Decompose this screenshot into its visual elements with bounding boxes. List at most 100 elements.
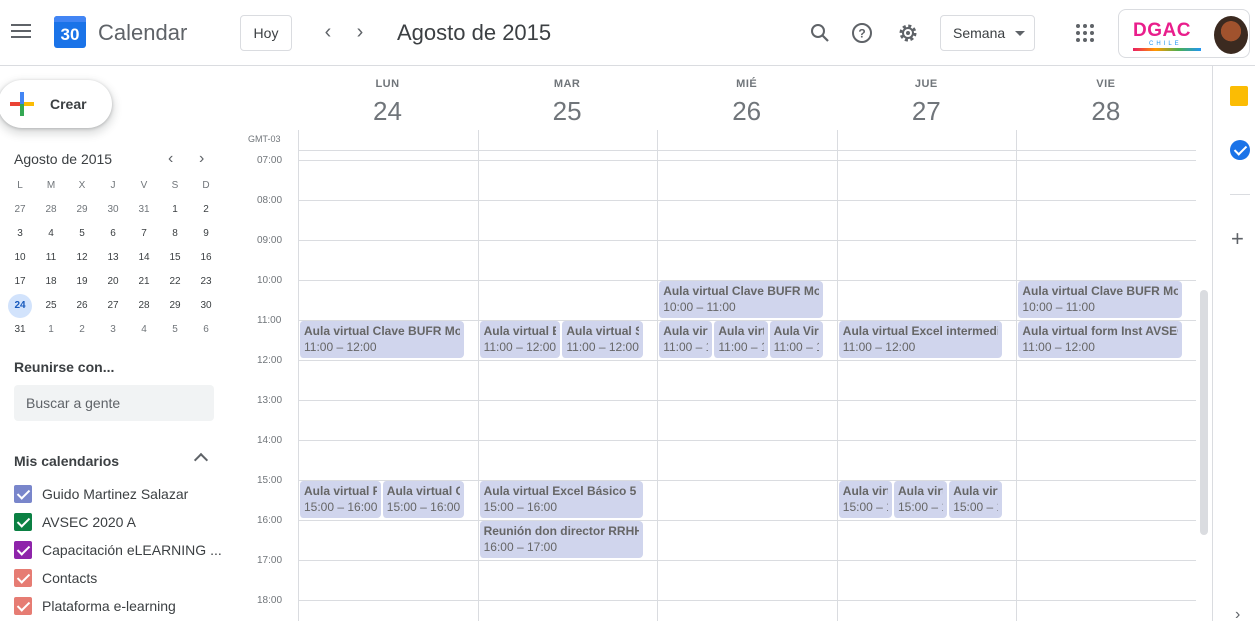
mini-day[interactable]: 5 bbox=[160, 318, 190, 342]
prev-week-icon[interactable]: ‹ bbox=[318, 22, 338, 42]
app-title[interactable]: Calendar bbox=[98, 20, 187, 46]
my-calendars-heading[interactable]: Mis calendarios bbox=[14, 453, 119, 469]
mini-day[interactable]: 12 bbox=[67, 246, 97, 270]
mini-day[interactable]: 30 bbox=[98, 198, 128, 222]
search-icon[interactable] bbox=[808, 21, 832, 45]
calendar-event[interactable]: Aula virtual Clave BUFR Monitoreo 11:00 –… bbox=[299, 321, 464, 358]
mini-day[interactable]: 31 bbox=[5, 318, 35, 342]
mini-day[interactable]: 31 bbox=[129, 198, 159, 222]
mini-prev-month-icon[interactable]: ‹ bbox=[168, 150, 173, 168]
calendar-event[interactable]: Aula virtual Excel 11:00 – 12:00 bbox=[478, 321, 561, 358]
calendar-list-item[interactable]: Capacitación eLEARNING ... bbox=[14, 538, 224, 562]
calendar-event[interactable]: Reunión don director RRHH 16:00 – 17:00 bbox=[478, 521, 644, 558]
mini-day[interactable]: 21 bbox=[129, 270, 159, 294]
day-number[interactable]: 28 bbox=[1016, 96, 1195, 127]
calendar-event[interactable]: Aula virtual 15:00 – 16:00 bbox=[948, 481, 1003, 518]
day-header[interactable]: LUN 24 bbox=[298, 78, 477, 127]
mini-day[interactable]: 2 bbox=[191, 198, 221, 222]
day-number[interactable]: 26 bbox=[657, 96, 836, 127]
week-grid[interactable]: Aula virtual Clave BUFR Monitoreo 11:00 –… bbox=[298, 130, 1196, 621]
main-menu-icon[interactable] bbox=[11, 24, 31, 42]
calendar-event[interactable]: Aula virtual Supervisión 11:00 – 12:00 bbox=[561, 321, 644, 358]
mini-day[interactable]: 30 bbox=[191, 294, 221, 318]
get-addons-plus-icon[interactable]: + bbox=[1231, 228, 1244, 250]
mini-day[interactable]: 1 bbox=[36, 318, 66, 342]
calendar-event[interactable]: Aula virtual Excel Básico 5 A Prueba 15:0… bbox=[478, 481, 644, 518]
mini-day[interactable]: 25 bbox=[36, 294, 66, 318]
mini-day[interactable]: 2 bbox=[67, 318, 97, 342]
view-selector[interactable]: Semana bbox=[940, 15, 1035, 51]
calendar-event[interactable]: Aula virtual 15:00 – 16:00 bbox=[837, 481, 892, 518]
expand-panel-chevron-icon[interactable]: › bbox=[1235, 606, 1240, 624]
mini-day[interactable]: 13 bbox=[98, 246, 128, 270]
calendar-list-item[interactable]: AVSEC 2020 A bbox=[14, 510, 224, 534]
mini-day[interactable]: 3 bbox=[5, 222, 35, 246]
mini-day[interactable]: 20 bbox=[98, 270, 128, 294]
calendar-event[interactable]: Aula virtual Clave BUFR Monitoreo 10:00 –… bbox=[1017, 281, 1182, 318]
create-button[interactable]: Crear bbox=[0, 80, 112, 128]
calendar-event[interactable]: Aula virtual 11:00 – 12:00 bbox=[713, 321, 768, 358]
checkbox-icon[interactable] bbox=[14, 597, 32, 615]
day-header[interactable]: MAR 25 bbox=[478, 78, 657, 127]
settings-gear-icon[interactable] bbox=[896, 21, 920, 45]
mini-day[interactable]: 1 bbox=[160, 198, 190, 222]
mini-day[interactable]: 9 bbox=[191, 222, 221, 246]
mini-day[interactable]: 15 bbox=[160, 246, 190, 270]
mini-day[interactable]: 19 bbox=[67, 270, 97, 294]
grid-scrollbar[interactable] bbox=[1200, 290, 1208, 535]
calendar-event[interactable]: Aula virtual 11:00 – 12:00 bbox=[658, 321, 713, 358]
mini-day[interactable]: 6 bbox=[98, 222, 128, 246]
apps-grid-icon[interactable] bbox=[1076, 24, 1096, 44]
day-header[interactable]: JUE 27 bbox=[837, 78, 1016, 127]
checkbox-icon[interactable] bbox=[14, 513, 32, 531]
day-header[interactable]: VIE 28 bbox=[1016, 78, 1195, 127]
mini-day[interactable]: 24 bbox=[5, 294, 35, 318]
mini-next-month-icon[interactable]: › bbox=[199, 150, 204, 168]
mini-day[interactable]: 5 bbox=[67, 222, 97, 246]
tasks-icon[interactable] bbox=[1230, 140, 1250, 160]
calendar-event[interactable]: Aula virtual Clave BUFR Monitoreo 10:00 –… bbox=[658, 281, 823, 318]
help-icon[interactable]: ? bbox=[850, 21, 874, 45]
mini-day[interactable]: 8 bbox=[160, 222, 190, 246]
avatar[interactable] bbox=[1214, 16, 1248, 54]
mini-day[interactable]: 22 bbox=[160, 270, 190, 294]
mini-day[interactable]: 17 bbox=[5, 270, 35, 294]
checkbox-icon[interactable] bbox=[14, 541, 32, 559]
checkbox-icon[interactable] bbox=[14, 569, 32, 587]
mini-day[interactable]: 27 bbox=[5, 198, 35, 222]
mini-day[interactable]: 11 bbox=[36, 246, 66, 270]
mini-day[interactable]: 3 bbox=[98, 318, 128, 342]
day-header[interactable]: MIÉ 26 bbox=[657, 78, 836, 127]
mini-day[interactable]: 23 bbox=[191, 270, 221, 294]
mini-day[interactable]: 29 bbox=[160, 294, 190, 318]
checkbox-icon[interactable] bbox=[14, 485, 32, 503]
calendar-event[interactable]: Aula virtual 15:00 – 16:00 bbox=[893, 481, 948, 518]
mini-day[interactable]: 6 bbox=[191, 318, 221, 342]
day-number[interactable]: 27 bbox=[837, 96, 1016, 127]
mini-day[interactable]: 27 bbox=[98, 294, 128, 318]
calendar-event[interactable]: Aula virtual Gestión 15:00 – 16:00 bbox=[381, 481, 464, 518]
account-button[interactable]: DGAC CHILE bbox=[1118, 9, 1250, 58]
mini-day[interactable]: 26 bbox=[67, 294, 97, 318]
day-number[interactable]: 25 bbox=[478, 96, 657, 127]
calendar-event[interactable]: Aula Virtual 11:00 – 12:00 bbox=[768, 321, 823, 358]
day-number[interactable]: 24 bbox=[298, 96, 477, 127]
mini-day[interactable]: 4 bbox=[36, 222, 66, 246]
mini-day[interactable]: 18 bbox=[36, 270, 66, 294]
mini-day[interactable]: 28 bbox=[36, 198, 66, 222]
mini-day[interactable]: 4 bbox=[129, 318, 159, 342]
calendar-event[interactable]: Aula virtual Excel intermedio Online 11:0… bbox=[837, 321, 1003, 358]
mini-day[interactable]: 10 bbox=[5, 246, 35, 270]
mini-day[interactable]: 28 bbox=[129, 294, 159, 318]
today-button[interactable]: Hoy bbox=[240, 15, 292, 51]
next-week-icon[interactable]: › bbox=[350, 22, 370, 42]
mini-day[interactable]: 29 bbox=[67, 198, 97, 222]
calendar-list-item[interactable]: Contacts bbox=[14, 566, 224, 590]
calendar-event[interactable]: Aula virtual Formación 15:00 – 16:00 bbox=[299, 481, 381, 518]
calendar-event[interactable]: Aula virtual form Inst AVSEC Vía 11:00 – … bbox=[1017, 321, 1182, 358]
mini-day[interactable]: 16 bbox=[191, 246, 221, 270]
search-people-input[interactable]: Buscar a gente bbox=[14, 385, 214, 421]
keep-icon[interactable] bbox=[1230, 86, 1248, 106]
calendar-logo-icon[interactable]: 30 bbox=[54, 16, 86, 48]
mini-day[interactable]: 7 bbox=[129, 222, 159, 246]
